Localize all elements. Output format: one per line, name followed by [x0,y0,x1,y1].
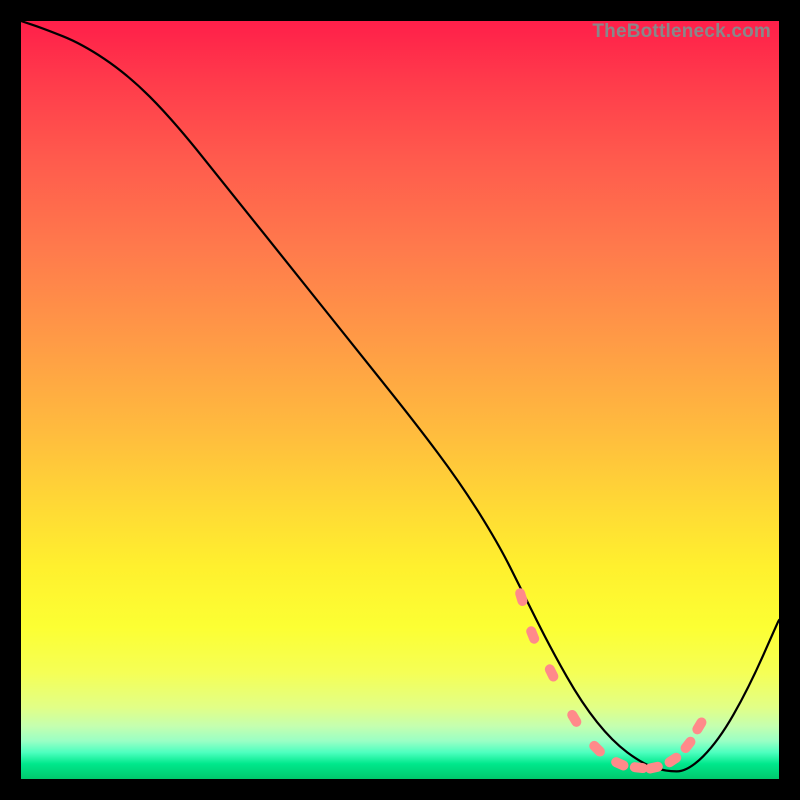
chart-svg [21,21,779,779]
highlight-dot [644,761,664,775]
plot-area: TheBottleneck.com [21,21,779,779]
highlight-dot [543,663,560,684]
highlight-dot [565,708,583,729]
highlight-dot [679,735,698,755]
highlight-dot [514,587,529,607]
highlight-markers [514,587,708,774]
bottleneck-curve [21,21,779,771]
highlight-dot [663,751,684,769]
highlight-dot [690,716,708,737]
chart-frame: TheBottleneck.com [0,0,800,800]
highlight-dot [610,756,631,773]
highlight-dot [587,739,607,759]
highlight-dot [525,625,541,645]
